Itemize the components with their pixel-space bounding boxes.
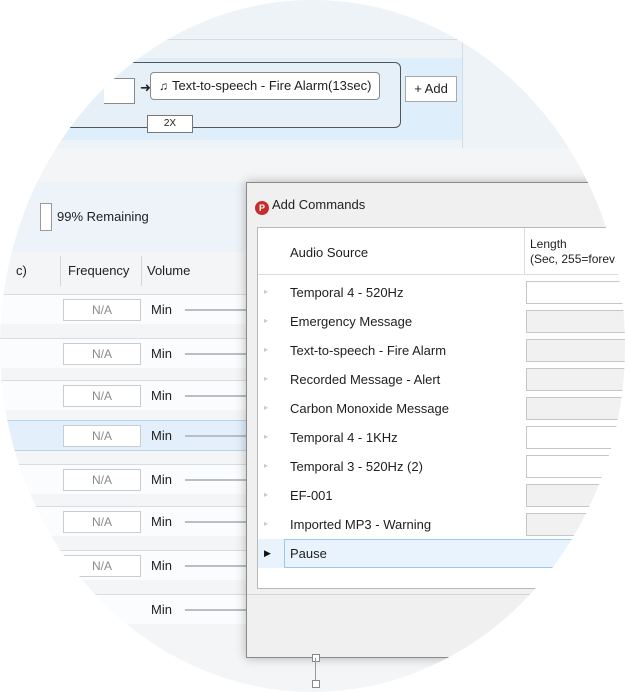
column-separator (141, 256, 142, 286)
length-field[interactable] (526, 426, 625, 449)
divider (247, 594, 625, 595)
ok-button[interactable]: OK (519, 607, 611, 641)
length-field[interactable] (526, 484, 625, 507)
length-field[interactable] (526, 310, 625, 333)
audio-source-row[interactable]: ▸ Temporal 4 - 1KHz (258, 423, 625, 452)
audio-source-label: Text-to-speech - Fire Alarm (290, 343, 447, 358)
audio-source-label: Emergency Message (290, 314, 413, 329)
volume-slider[interactable] (185, 609, 255, 611)
audio-source-label: Temporal 3 - 520Hz (2) (290, 459, 423, 474)
audio-source-label: Pause (290, 546, 327, 561)
audio-source-row[interactable]: ▸ Imported MP3 - Warning (258, 510, 625, 539)
audio-source-row[interactable]: ▸ Text-to-speech - Fire Alarm (258, 336, 625, 365)
length-field[interactable] (526, 455, 625, 478)
volume-label: Min (151, 558, 172, 573)
audio-source-row[interactable]: ▸ Recorded Message - Alert (258, 365, 625, 394)
volume-slider[interactable] (185, 395, 255, 397)
volume-label: Min (151, 428, 172, 443)
divider (462, 0, 463, 148)
volume-label: Min (151, 514, 172, 529)
screenshot-viewport: ➜ ♫ Text-to-speech - Fire Alarm(13sec) 2X… (0, 0, 625, 692)
current-row-pointer-icon: ▶ (264, 548, 271, 558)
column-header-audio-source[interactable]: Audio Source (290, 245, 368, 260)
column-header-length[interactable]: Length (530, 237, 567, 251)
column-header-volume[interactable]: Volume (147, 256, 190, 286)
selection-highlight (284, 539, 625, 568)
volume-max-label: Max (460, 650, 481, 662)
row-indicator-icon: ▸ (264, 345, 269, 354)
volume-slider[interactable] (185, 565, 255, 567)
length-field[interactable] (526, 368, 625, 391)
volume-label: Min (151, 388, 172, 403)
row-indicator-icon: ▸ (264, 403, 269, 412)
audio-source-row[interactable]: ▸ Carbon Monoxide Message (258, 394, 625, 423)
frequency-field[interactable]: N/A (63, 299, 141, 321)
audio-source-row[interactable]: ▸ EF-001 (258, 481, 625, 510)
add-button[interactable]: + Add (405, 76, 457, 102)
timeline-node (312, 680, 320, 688)
row-indicator-icon: ▸ (264, 490, 269, 499)
music-note-icon: ♫ (159, 79, 168, 93)
repeat-count-badge[interactable]: 2X (147, 115, 193, 133)
length-field[interactable] (526, 397, 625, 420)
audio-source-label: Temporal 4 - 1KHz (290, 430, 398, 445)
audio-source-label: Temporal 4 - 520Hz (290, 285, 404, 300)
volume-slider[interactable] (185, 309, 255, 311)
frequency-field[interactable]: N/A (63, 469, 141, 491)
row-indicator-icon: ▸ (264, 519, 269, 528)
previous-sequence-item[interactable] (104, 78, 135, 104)
frequency-field[interactable]: N/A (63, 385, 141, 407)
divider (0, 39, 625, 40)
audio-source-label: Carbon Monoxide Message (290, 401, 449, 416)
volume-slider[interactable] (185, 353, 255, 355)
volume-label: Min (151, 472, 172, 487)
volume-slider[interactable] (185, 479, 255, 481)
column-separator (60, 256, 61, 286)
dialog-title-bar: P Add Commands (255, 195, 365, 215)
row-indicator-icon: ▸ (264, 432, 269, 441)
length-field[interactable] (526, 339, 625, 362)
timeline-node (312, 654, 320, 662)
capacity-bar (40, 203, 52, 231)
row-indicator-icon: ▸ (264, 461, 269, 470)
audio-source-row[interactable]: ▸ Temporal 3 - 520Hz (2) (258, 452, 625, 481)
column-separator (524, 228, 525, 274)
volume-label: Min (151, 602, 172, 617)
sequence-item-chip[interactable]: ♫ Text-to-speech - Fire Alarm(13sec) (150, 72, 381, 100)
audio-source-label: EF-001 (290, 488, 333, 503)
audio-source-row[interactable]: ▸ Emergency Message (258, 307, 625, 336)
remaining-capacity-label: 99% Remaining (57, 209, 149, 224)
grid-header: Audio Source Length (Sec, 255=foreve (258, 228, 625, 275)
column-header-frequency[interactable]: Frequency (68, 256, 129, 286)
column-header-length[interactable]: c) (16, 256, 27, 286)
audio-source-grid: Audio Source Length (Sec, 255=foreve ▸ T… (257, 227, 625, 589)
volume-slider[interactable] (185, 521, 255, 523)
frequency-field[interactable]: N/A (63, 555, 141, 577)
audio-source-row-selected[interactable]: ▶ Pause (258, 539, 625, 568)
app-logo-icon: P (255, 201, 269, 215)
audio-source-label: Recorded Message - Alert (290, 372, 441, 387)
add-commands-dialog: P Add Commands Audio Source Length (Sec, … (246, 182, 625, 658)
column-header-length-hint: (Sec, 255=foreve (530, 252, 622, 266)
audio-source-row[interactable]: ▸ Temporal 4 - 520Hz (258, 278, 625, 307)
dialog-title: Add Commands (272, 197, 366, 212)
audio-source-label: Imported MP3 - Warning (290, 517, 432, 532)
sequence-panel: ➜ ♫ Text-to-speech - Fire Alarm(13sec) 2X… (0, 0, 625, 148)
length-field[interactable] (526, 513, 625, 536)
volume-slider[interactable] (185, 435, 255, 437)
volume-label: Min (151, 346, 172, 361)
volume-label: Min (151, 302, 172, 317)
row-indicator-icon: ▸ (264, 316, 269, 325)
frequency-field[interactable]: N/A (63, 425, 141, 447)
frequency-field[interactable]: N/A (63, 511, 141, 533)
row-indicator-icon: ▸ (264, 374, 269, 383)
length-field[interactable] (526, 281, 625, 304)
frequency-field[interactable]: N/A (63, 343, 141, 365)
sequence-item-label: Text-to-speech - Fire Alarm(13sec) (172, 78, 372, 93)
row-indicator-icon: ▸ (264, 287, 269, 296)
